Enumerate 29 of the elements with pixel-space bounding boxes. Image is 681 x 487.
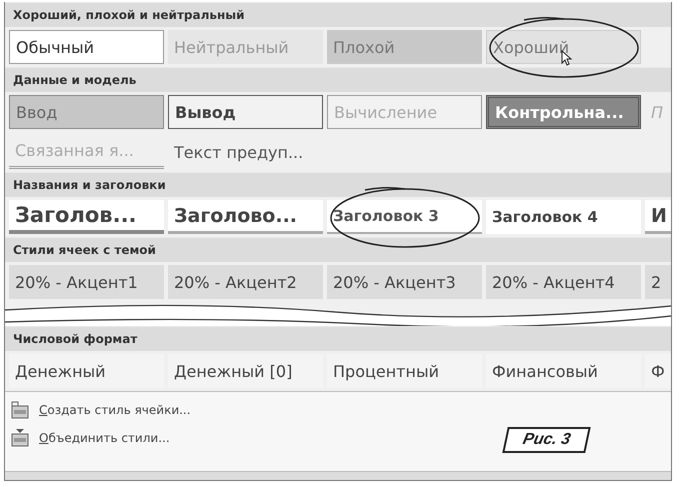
cell-style-tile[interactable]: 20% - Акцент2 <box>168 265 323 299</box>
cell-style-tile[interactable]: И <box>645 200 671 234</box>
cell-style-tile[interactable]: Вывод <box>168 95 323 129</box>
new-style-icon <box>11 401 29 419</box>
cell-style-tile[interactable]: 2 <box>645 265 671 299</box>
section-header: Хороший, плохой и нейтральный <box>5 2 671 27</box>
cell-style-tile[interactable]: Процентный <box>327 354 482 388</box>
section-header: Данные и модель <box>5 67 671 92</box>
cell-style-tile[interactable]: 20% - Акцент4 <box>486 265 641 299</box>
menu-item[interactable]: Объединить стили... <box>39 431 170 445</box>
figure-caption: Рис. 3 <box>502 427 591 453</box>
cell-style-tile[interactable]: 20% - Акцент3 <box>327 265 482 299</box>
menu-item[interactable]: Создать стиль ячейки... <box>39 403 191 417</box>
cell-style-tile[interactable]: Заголово... <box>168 200 323 234</box>
cell-style-tile[interactable]: Обычный <box>9 30 164 64</box>
cell-style-tile[interactable]: Денежный [0] <box>168 354 323 388</box>
cell-style-tile[interactable]: Денежный <box>9 354 164 388</box>
section-header: Стили ячеек с темой <box>5 237 671 262</box>
section-header: Числовой формат <box>5 326 671 351</box>
cell-style-tile[interactable]: Финансовый <box>486 354 641 388</box>
cell-style-tile[interactable]: Ф <box>645 354 671 388</box>
cell-style-tile[interactable]: 20% - Акцент1 <box>9 265 164 299</box>
section-header: Названия и заголовки <box>5 172 671 197</box>
cell-style-tile[interactable]: Заголов... <box>9 200 164 234</box>
cell-style-tile[interactable]: Текст предуп... <box>168 135 323 169</box>
cell-style-tile[interactable]: Заголовок 4 <box>486 200 641 234</box>
cell-style-tile[interactable]: Контрольна... <box>486 95 641 129</box>
merge-styles-icon <box>11 429 29 447</box>
cell-style-tile[interactable]: Заголовок 3 <box>327 200 482 234</box>
